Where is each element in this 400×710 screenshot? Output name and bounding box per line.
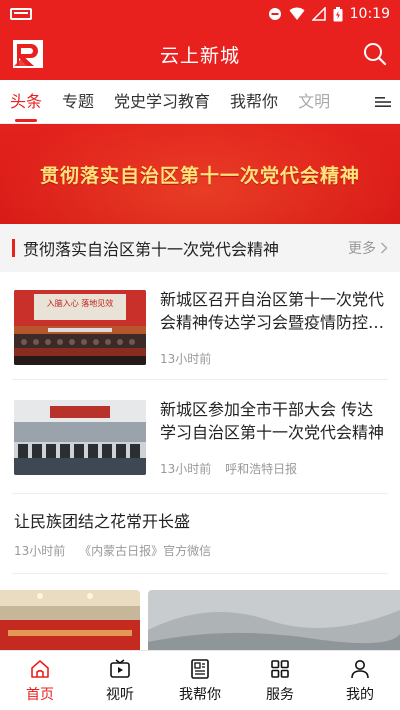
news-headline: 让民族团结之花常开长盛 <box>14 512 191 531</box>
nav-profile[interactable]: 我的 <box>320 651 400 710</box>
tab-civilization[interactable]: 文明 <box>288 80 340 123</box>
thumbnail-caption: 入脑入心 落地见效 <box>46 299 114 308</box>
no-signal-icon <box>311 7 326 21</box>
app-logo-icon <box>13 40 43 68</box>
news-headline: 新城区召开自治区第十一次党代会精神传达学习会暨疫情防控工作会议 <box>160 290 385 332</box>
app-title: 云上新城 <box>159 44 240 67</box>
nav-profile-label: 我的 <box>346 686 374 703</box>
nav-services[interactable]: 服务 <box>240 651 320 710</box>
home-icon <box>31 659 49 678</box>
user-icon <box>351 659 369 678</box>
tab-topics[interactable]: 专题 <box>52 80 104 123</box>
news-meta: 13小时前 《内蒙古日报》官方微信 <box>14 542 211 559</box>
search-icon[interactable] <box>362 41 388 67</box>
tab-headlines[interactable]: 头条 <box>0 80 52 123</box>
channel-tabs: 头条 专题 党史学习教育 我帮你 文明 <box>0 80 400 124</box>
status-icons: 10:19 <box>268 6 390 22</box>
news-headline: 新城区参加全市干部大会 传达学习自治区第十一次党代会精神 <box>160 400 385 442</box>
nav-help[interactable]: 我帮你 <box>160 651 240 710</box>
battery-icon <box>333 6 343 21</box>
news-time: 13小时前 <box>160 352 212 366</box>
banner[interactable]: 贯彻落实自治区第十一次党代会精神 <box>0 124 400 224</box>
channel-menu-button[interactable] <box>366 80 400 123</box>
nav-video-label: 视听 <box>106 686 134 703</box>
more-label: 更多 <box>348 241 376 257</box>
nav-video[interactable]: 视听 <box>80 651 160 710</box>
section-more-link[interactable]: 更多 <box>348 238 388 258</box>
grid-icon <box>271 659 289 678</box>
dnd-icon <box>268 8 281 20</box>
status-bar: 10:19 <box>0 0 400 28</box>
photo-carousel[interactable] <box>0 590 400 650</box>
news-source: 呼和浩特日报 <box>225 462 298 476</box>
news-thumbnail <box>14 400 146 475</box>
news-time: 13小时前 <box>160 462 212 476</box>
tv-icon <box>110 658 130 678</box>
news-meta: 13小时前 <box>160 350 211 367</box>
wifi-icon <box>289 7 305 20</box>
nav-services-label: 服务 <box>266 686 294 703</box>
menu-icon <box>375 97 391 107</box>
section-accent-bar <box>12 239 15 257</box>
banner-text: 贯彻落实自治区第十一次党代会精神 <box>39 164 360 187</box>
news-thumbnail: 入脑入心 落地见效 <box>14 290 146 365</box>
bottom-nav: 首页 视听 我帮你 服务 我的 <box>0 650 400 710</box>
news-item[interactable]: 入脑入心 落地见效 新城区召开自治区第十一次党代会精神传达学习会暨疫情防控工作会… <box>12 290 388 380</box>
status-time: 10:19 <box>349 6 390 22</box>
news-meta: 13小时前 呼和浩特日报 <box>160 460 297 477</box>
tab-help-you[interactable]: 我帮你 <box>220 80 288 123</box>
chevron-right-icon <box>380 242 388 254</box>
section-header: 贯彻落实自治区第十一次党代会精神 更多 <box>0 224 400 272</box>
news-source: 《内蒙古日报》官方微信 <box>79 544 212 558</box>
photo-card[interactable] <box>148 590 400 650</box>
news-item-text[interactable]: 让民族团结之花常开长盛 13小时前 《内蒙古日报》官方微信 <box>12 496 388 574</box>
news-time: 13小时前 <box>14 544 66 558</box>
nav-home-label: 首页 <box>26 686 54 703</box>
news-icon <box>191 658 209 679</box>
nav-help-label: 我帮你 <box>179 686 221 703</box>
notification-icon <box>10 8 32 20</box>
app-header: 云上新城 <box>0 28 400 80</box>
section-title: 贯彻落实自治区第十一次党代会精神 <box>23 240 280 259</box>
tab-party-history[interactable]: 党史学习教育 <box>104 80 220 123</box>
news-item[interactable]: 新城区参加全市干部大会 传达学习自治区第十一次党代会精神 13小时前 呼和浩特日… <box>12 400 388 494</box>
photo-card[interactable] <box>0 590 140 650</box>
nav-home[interactable]: 首页 <box>0 651 80 710</box>
